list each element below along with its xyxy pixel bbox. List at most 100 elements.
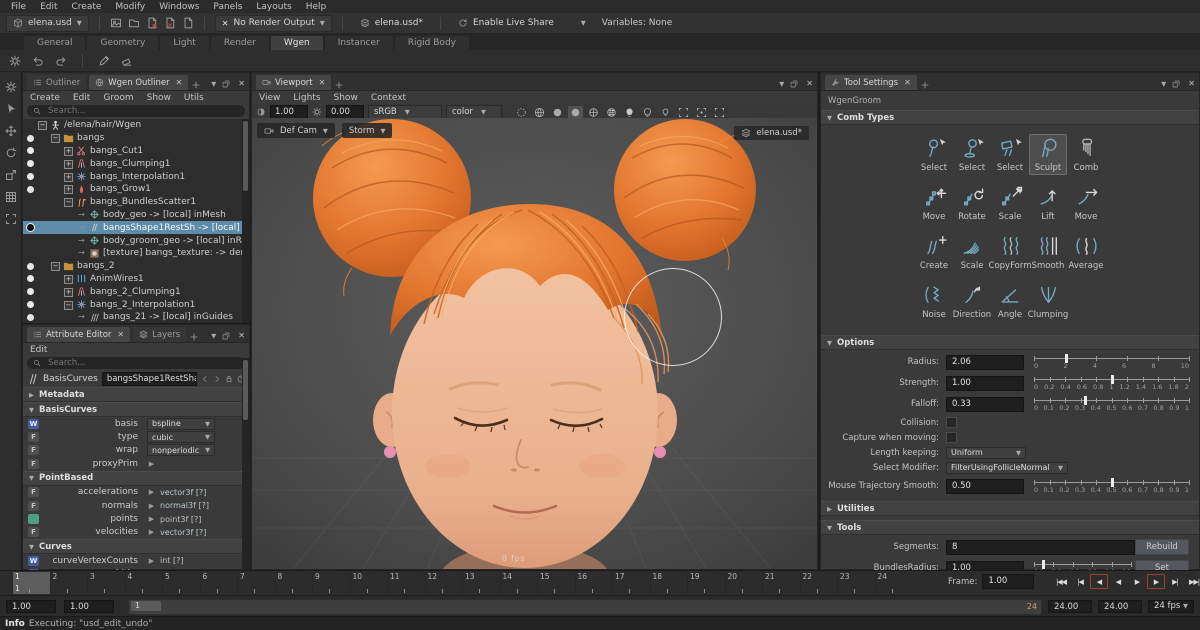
section-pointbased[interactable]: ▼PointBased	[23, 471, 249, 486]
menu-edit[interactable]: Edit	[33, 2, 64, 12]
comb-select-root-button[interactable]: Select	[953, 134, 991, 175]
fit-view-icon[interactable]	[712, 106, 727, 119]
visibility-dot-icon[interactable]	[23, 147, 37, 154]
tree-expander-icon[interactable]: −	[63, 300, 74, 310]
section-curves[interactable]: ▼Curves	[23, 539, 249, 554]
play-backward-button[interactable]: ◀	[1109, 574, 1127, 589]
next-prim-icon[interactable]	[213, 375, 221, 383]
visibility-dot-icon[interactable]	[23, 314, 37, 321]
frame-15[interactable]: 15	[537, 572, 575, 594]
tree-expander-icon[interactable]: −	[50, 261, 61, 271]
viewport-menu-show[interactable]: Show	[334, 93, 358, 103]
panel-menu-icon[interactable]: ▼	[779, 80, 784, 88]
viewport-menu-view[interactable]: View	[259, 93, 280, 103]
new-tab-icon[interactable]	[920, 80, 930, 90]
tree-expander-icon[interactable]: +	[63, 159, 74, 169]
new-tab-icon[interactable]	[334, 80, 344, 90]
frame-9[interactable]: 9	[312, 572, 350, 594]
frame-11[interactable]: 11	[387, 572, 425, 594]
comb-average-button[interactable]: Average	[1067, 232, 1105, 273]
close-tab-icon[interactable]: ✕	[902, 78, 911, 87]
tree-row[interactable]: +bangs_Cut1	[23, 145, 249, 158]
tab-light[interactable]: Light	[160, 36, 208, 50]
step-back-frame-button[interactable]: ◀	[1090, 574, 1108, 589]
import-file-icon[interactable]	[164, 17, 176, 29]
attribute-dropdown[interactable]: nonperiodic▼	[147, 444, 215, 456]
pop-out-icon[interactable]	[222, 332, 230, 340]
frame-selection-icon[interactable]	[676, 106, 691, 119]
close-tab-icon[interactable]: ✕	[115, 330, 124, 339]
pop-out-icon[interactable]	[790, 80, 798, 88]
grid-tool-icon[interactable]	[5, 191, 17, 203]
comb-rotate-button[interactable]: Rotate	[953, 183, 991, 224]
comb-clumping-button[interactable]: Clumping	[1029, 281, 1067, 322]
frame-7[interactable]: 7	[237, 572, 275, 594]
section-options[interactable]: ▼Options	[821, 335, 1199, 350]
comb-create-button[interactable]: Create	[915, 232, 953, 273]
attribute-dropdown[interactable]: bspline▼	[147, 418, 215, 430]
comb-move-button[interactable]: Move	[915, 183, 953, 224]
range-slider[interactable]: 1 24	[128, 599, 1042, 615]
marquee-select-icon[interactable]	[514, 106, 529, 119]
exposure-field[interactable]: 1.00	[270, 105, 308, 119]
expand-arrow-icon[interactable]: ▶	[147, 502, 156, 510]
range-start-field-2[interactable]: 1.00	[64, 600, 114, 613]
stage-badge[interactable]: elena.usd*	[734, 126, 809, 140]
radius-slider[interactable]: 0246810	[1034, 353, 1189, 371]
outliner-menu-create[interactable]: Create	[30, 93, 60, 103]
renderer-dropdown[interactable]: Storm▼	[342, 123, 393, 138]
range-start-field[interactable]: 1.00	[6, 600, 56, 613]
outliner-search-input[interactable]	[46, 105, 239, 117]
new-tab-icon[interactable]	[189, 332, 199, 342]
viewport-3d-view[interactable]: 0 fps Def Cam▼ Storm▼ elena.usd*	[252, 118, 817, 569]
play-forward-button[interactable]: ▶	[1128, 574, 1146, 589]
gamma-icon[interactable]	[312, 107, 322, 117]
rotate-tool-icon[interactable]	[5, 147, 17, 159]
outliner-menu-edit[interactable]: Edit	[73, 93, 90, 103]
visibility-dot-icon[interactable]	[23, 263, 37, 270]
tab-layers[interactable]: Layers	[133, 327, 186, 342]
expand-arrow-icon[interactable]: ▶	[147, 460, 156, 468]
tree-expander-icon[interactable]: +	[63, 287, 74, 297]
tab-wgen-outliner[interactable]: Wgen Outliner ✕	[89, 75, 188, 90]
mouse-trajectory-smooth-field[interactable]: 0.50	[946, 479, 1024, 494]
frame-20[interactable]: 20	[725, 572, 763, 594]
frame-1[interactable]: 11	[12, 572, 50, 594]
frame-12[interactable]: 12	[425, 572, 463, 594]
all-lights-icon[interactable]	[622, 106, 637, 119]
expand-arrow-icon[interactable]: ▶	[147, 557, 156, 565]
segments-field[interactable]: 8	[946, 540, 1135, 555]
close-panel-icon[interactable]: ✕	[1186, 79, 1195, 88]
outliner-menu-show[interactable]: Show	[147, 93, 171, 103]
gamma-field[interactable]: 0.00	[326, 105, 364, 119]
lock-icon[interactable]	[225, 375, 233, 383]
tree-row[interactable]: +AnimWires1	[23, 273, 249, 286]
go-to-end-button[interactable]: ▶▶|	[1185, 574, 1200, 589]
frame-18[interactable]: 18	[650, 572, 688, 594]
comb-select-strand-button[interactable]: Select	[915, 134, 953, 175]
frame-21[interactable]: 21	[762, 572, 800, 594]
tree-expander-icon[interactable]: −	[63, 197, 74, 207]
attribute-search[interactable]	[27, 357, 245, 369]
frame-tool-icon[interactable]	[5, 213, 17, 225]
open-file-icon[interactable]	[128, 17, 140, 29]
pop-out-icon[interactable]	[222, 80, 230, 88]
tree-row[interactable]: +bangs_Clumping1	[23, 157, 249, 170]
close-panel-icon[interactable]: ✕	[236, 79, 245, 88]
pop-out-icon[interactable]	[1172, 80, 1180, 88]
comb-scale-waves-button[interactable]: Scale	[953, 232, 991, 273]
step-forward-key-button[interactable]: ▶|	[1166, 574, 1184, 589]
frame-19[interactable]: 19	[687, 572, 725, 594]
save-file-icon[interactable]	[146, 17, 158, 29]
range-slider-handle[interactable]: 1	[131, 601, 161, 611]
step-back-key-button[interactable]: |◀	[1071, 574, 1089, 589]
tree-row[interactable]: →body_groom_geo -> [local] inRestMesh	[23, 234, 249, 247]
tool-settings-icon[interactable]	[5, 81, 17, 93]
section-tools[interactable]: ▼Tools	[821, 520, 1199, 535]
viewport-menu-context[interactable]: Context	[371, 93, 406, 103]
new-tab-icon[interactable]	[191, 80, 201, 90]
export-file-icon[interactable]	[182, 17, 194, 29]
comb-direction-button[interactable]: Direction	[953, 281, 991, 322]
panel-menu-icon[interactable]: ▼	[211, 80, 216, 88]
tab-viewport[interactable]: Viewport ✕	[256, 75, 331, 90]
